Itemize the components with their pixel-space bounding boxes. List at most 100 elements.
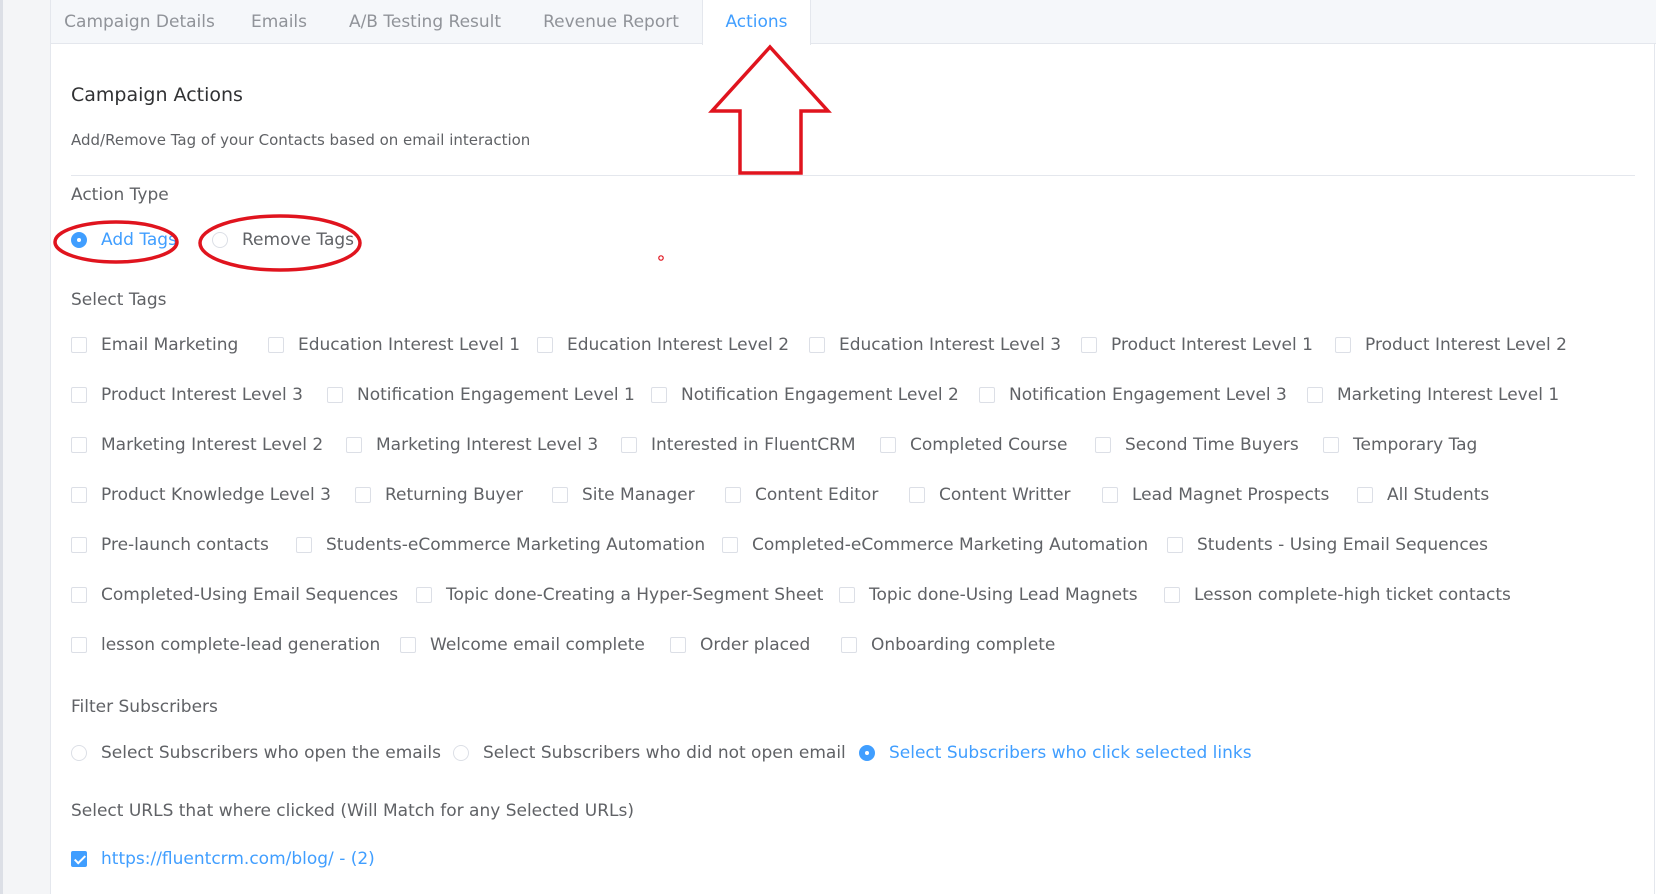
radio-dot xyxy=(453,745,469,761)
radio-filter-click-links[interactable]: Select Subscribers who click selected li… xyxy=(859,741,1252,765)
tab-bar: Campaign Details Emails A/B Testing Resu… xyxy=(51,0,1656,45)
tag-checkbox[interactable]: Topic done-Using Lead Magnets xyxy=(839,583,1138,607)
tag-checkbox[interactable]: lesson complete-lead generation xyxy=(71,633,380,657)
tag-label: All Students xyxy=(1387,485,1490,505)
tag-checkbox[interactable]: Students - Using Email Sequences xyxy=(1167,533,1488,557)
checkbox-box xyxy=(268,337,284,353)
tag-checkbox[interactable]: Education Interest Level 1 xyxy=(268,333,520,357)
tag-checkbox[interactable]: Notification Engagement Level 2 xyxy=(651,383,959,407)
radio-add-tags[interactable]: Add Tags xyxy=(71,228,177,252)
tag-checkbox[interactable]: Product Interest Level 1 xyxy=(1081,333,1313,357)
tag-checkbox[interactable]: Notification Engagement Level 1 xyxy=(327,383,635,407)
checkbox-box xyxy=(1167,537,1183,553)
checkbox-box xyxy=(71,487,87,503)
filter-subscribers-label: Filter Subscribers xyxy=(71,697,218,717)
divider xyxy=(71,175,1635,176)
tag-checkbox[interactable]: Students-eCommerce Marketing Automation xyxy=(296,533,705,557)
tag-label: Lead Magnet Prospects xyxy=(1132,485,1330,505)
checkbox-box xyxy=(71,637,87,653)
checkbox-box xyxy=(651,387,667,403)
tag-checkbox[interactable]: Onboarding complete xyxy=(841,633,1055,657)
left-gutter xyxy=(3,0,50,894)
tag-checkbox[interactable]: Returning Buyer xyxy=(355,483,523,507)
tag-checkbox[interactable]: Pre-launch contacts xyxy=(71,533,269,557)
checkbox-box xyxy=(725,487,741,503)
tag-checkbox[interactable]: Completed Course xyxy=(880,433,1067,457)
radio-dot xyxy=(71,745,87,761)
tag-checkbox[interactable]: Content Editor xyxy=(725,483,878,507)
tag-checkbox[interactable]: Completed-Using Email Sequences xyxy=(71,583,398,607)
tag-checkbox[interactable]: All Students xyxy=(1357,483,1489,507)
tag-checkbox[interactable]: Marketing Interest Level 3 xyxy=(346,433,598,457)
url-checkbox[interactable]: https://fluentcrm.com/blog/ - (2) xyxy=(71,847,375,871)
tag-checkbox[interactable]: Second Time Buyers xyxy=(1095,433,1299,457)
checkbox-box xyxy=(327,387,343,403)
checkbox-box xyxy=(1081,337,1097,353)
radio-label: Select Subscribers who click selected li… xyxy=(889,743,1252,763)
checkbox-box xyxy=(71,851,87,867)
tab-actions[interactable]: Actions xyxy=(702,0,811,45)
tag-checkbox[interactable]: Marketing Interest Level 2 xyxy=(71,433,323,457)
checkbox-box xyxy=(1335,337,1351,353)
tag-checkbox[interactable]: Marketing Interest Level 1 xyxy=(1307,383,1559,407)
section-title: Campaign Actions xyxy=(71,84,243,106)
checkbox-box xyxy=(416,587,432,603)
tag-checkbox[interactable]: Interested in FluentCRM xyxy=(621,433,856,457)
tag-label: lesson complete-lead generation xyxy=(101,635,381,655)
tag-label: Product Interest Level 1 xyxy=(1111,335,1313,355)
tag-checkbox[interactable]: Lesson complete-high ticket contacts xyxy=(1164,583,1511,607)
tag-checkbox[interactable]: Product Interest Level 3 xyxy=(71,383,303,407)
radio-filter-open[interactable]: Select Subscribers who open the emails xyxy=(71,741,441,765)
tag-label: Returning Buyer xyxy=(385,485,524,505)
tag-checkbox[interactable]: Notification Engagement Level 3 xyxy=(979,383,1287,407)
tag-label: Marketing Interest Level 2 xyxy=(101,435,324,455)
radio-label: Remove Tags xyxy=(242,230,355,250)
tag-checkbox[interactable]: Product Interest Level 2 xyxy=(1335,333,1567,357)
tag-checkbox[interactable]: Topic done-Creating a Hyper-Segment Shee… xyxy=(416,583,823,607)
radio-filter-not-open[interactable]: Select Subscribers who did not open emai… xyxy=(453,741,846,765)
tag-label: Marketing Interest Level 1 xyxy=(1337,385,1560,405)
tag-label: Education Interest Level 3 xyxy=(839,335,1062,355)
tag-label: Email Marketing xyxy=(101,335,239,355)
checkbox-box xyxy=(839,587,855,603)
tab-emails[interactable]: Emails xyxy=(228,0,330,44)
checkbox-box xyxy=(71,387,87,403)
tag-checkbox[interactable]: Lead Magnet Prospects xyxy=(1102,483,1329,507)
checkbox-box xyxy=(670,637,686,653)
tag-label: Lesson complete-high ticket contacts xyxy=(1194,585,1511,605)
tag-checkbox[interactable]: Site Manager xyxy=(552,483,695,507)
tag-label: Order placed xyxy=(700,635,811,655)
tag-checkbox[interactable]: Education Interest Level 3 xyxy=(809,333,1061,357)
tag-label: Students - Using Email Sequences xyxy=(1197,535,1488,555)
checkbox-box xyxy=(1102,487,1118,503)
select-urls-label: Select URLS that where clicked (Will Mat… xyxy=(71,801,635,821)
checkbox-box xyxy=(71,537,87,553)
tag-label: Temporary Tag xyxy=(1353,435,1478,455)
checkbox-box xyxy=(346,437,362,453)
tag-checkbox[interactable]: Temporary Tag xyxy=(1323,433,1477,457)
tab-campaign-details[interactable]: Campaign Details xyxy=(51,0,228,44)
checkbox-box xyxy=(71,337,87,353)
checkbox-box xyxy=(979,387,995,403)
tag-checkbox[interactable]: Welcome email complete xyxy=(400,633,645,657)
tag-checkbox[interactable]: Content Writter xyxy=(909,483,1071,507)
tag-checkbox[interactable]: Education Interest Level 2 xyxy=(537,333,789,357)
radio-remove-tags[interactable]: Remove Tags xyxy=(212,228,354,252)
tag-checkbox[interactable]: Order placed xyxy=(670,633,810,657)
tag-label: Education Interest Level 2 xyxy=(567,335,790,355)
checkbox-box xyxy=(1357,487,1373,503)
tag-label: Pre-launch contacts xyxy=(101,535,269,555)
tag-checkbox[interactable]: Email Marketing xyxy=(71,333,238,357)
tag-label: Completed-eCommerce Marketing Automation xyxy=(752,535,1149,555)
checkbox-box xyxy=(722,537,738,553)
tab-ab-testing-result[interactable]: A/B Testing Result xyxy=(330,0,520,44)
radio-label: Select Subscribers who open the emails xyxy=(101,743,441,763)
section-description: Add/Remove Tag of your Contacts based on… xyxy=(71,131,531,149)
tag-checkbox[interactable]: Completed-eCommerce Marketing Automation xyxy=(722,533,1148,557)
checkbox-box xyxy=(537,337,553,353)
tag-label: Content Editor xyxy=(755,485,879,505)
tab-revenue-report[interactable]: Revenue Report xyxy=(520,0,702,44)
tag-checkbox[interactable]: Product Knowledge Level 3 xyxy=(71,483,331,507)
select-tags-label: Select Tags xyxy=(71,290,167,310)
checkbox-box xyxy=(880,437,896,453)
